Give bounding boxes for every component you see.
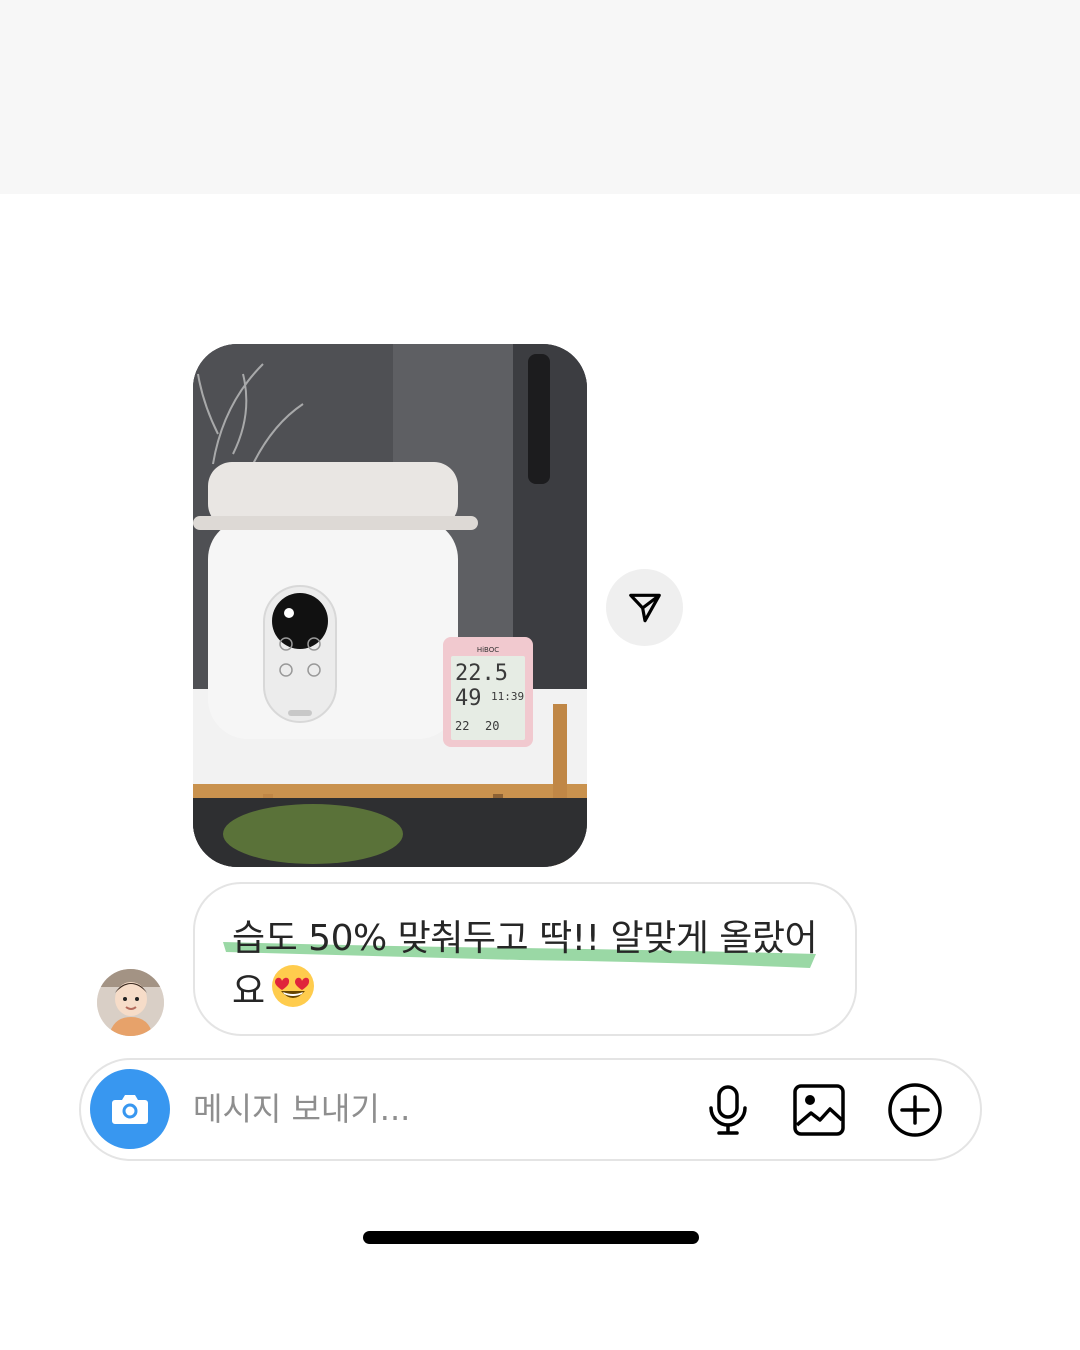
microphone-icon — [709, 1085, 747, 1135]
photo-message-image: HiBOC 22.5 49 11:39 22 20 — [193, 344, 587, 867]
svg-text:22: 22 — [455, 719, 469, 733]
gallery-button[interactable] — [791, 1082, 847, 1138]
heart-eyes-emoji — [272, 965, 314, 1007]
share-button[interactable] — [606, 569, 683, 646]
camera-icon — [112, 1095, 148, 1124]
top-banner — [0, 0, 1080, 194]
add-button[interactable] — [887, 1082, 943, 1138]
avatar[interactable] — [97, 969, 164, 1036]
svg-text:20: 20 — [485, 719, 499, 733]
message-text-line-1: 습도 50% 맞춰두고 딱!! 알맞게 올랐어 — [232, 918, 818, 959]
gallery-icon — [793, 1084, 845, 1136]
paper-plane-icon — [628, 593, 661, 622]
camera-button[interactable] — [90, 1069, 170, 1149]
photo-message[interactable]: HiBOC 22.5 49 11:39 22 20 — [193, 344, 587, 867]
svg-text:11:39: 11:39 — [491, 690, 524, 703]
svg-text:49: 49 — [455, 686, 482, 711]
microphone-button[interactable] — [700, 1082, 756, 1138]
avatar-image — [97, 969, 164, 1036]
home-indicator — [363, 1231, 699, 1244]
svg-text:22.5: 22.5 — [455, 661, 508, 686]
svg-text:HiBOC: HiBOC — [477, 646, 499, 654]
add-circle-icon — [888, 1083, 942, 1137]
message-input[interactable] — [193, 1080, 673, 1138]
message-text-line-2: 요 — [232, 971, 266, 1012]
